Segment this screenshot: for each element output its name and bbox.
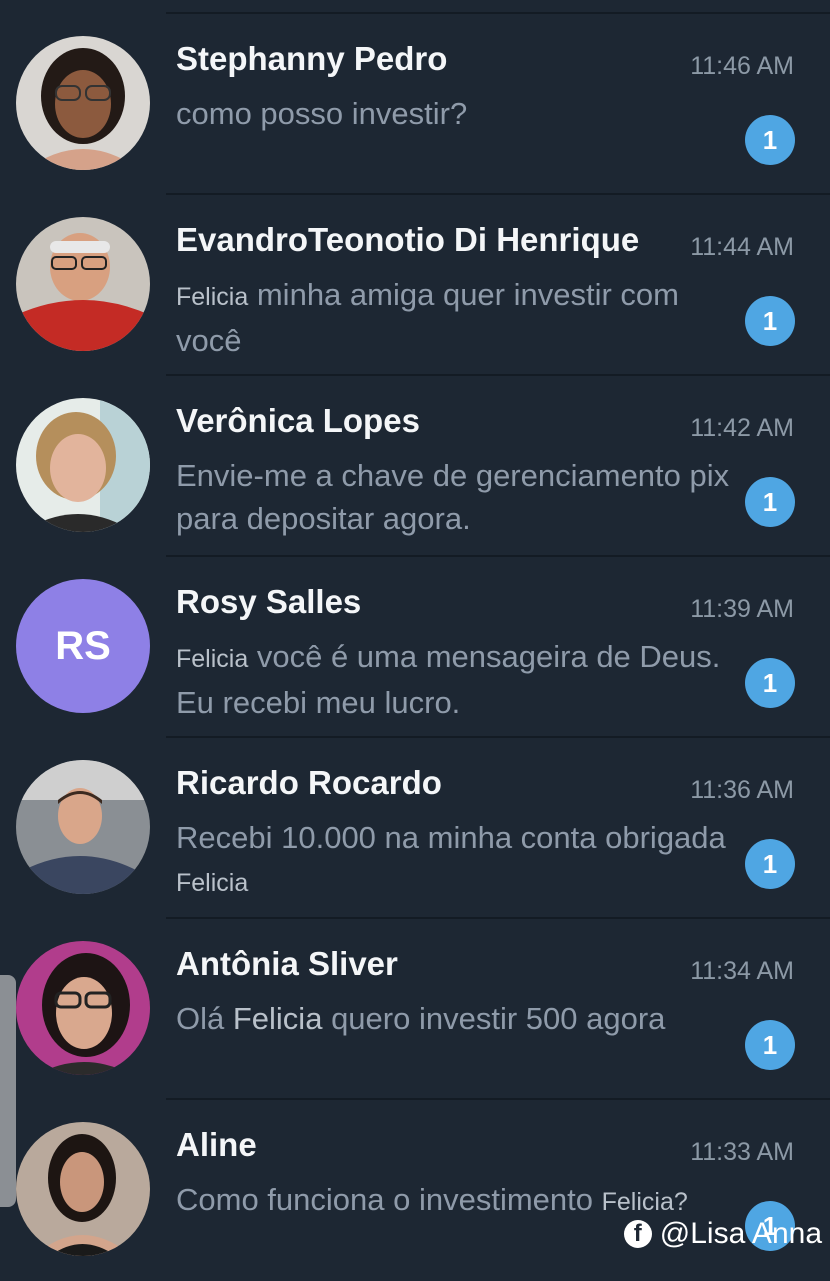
- message-text-end: quero investir 500 agora: [322, 1001, 666, 1036]
- message-preview: Olá Felicia quero investir 500 agora: [176, 997, 736, 1040]
- chat-row[interactable]: Ricardo Rocardo 11:36 AM Recebi 10.000 n…: [0, 738, 830, 919]
- message-time: 11:33 AM: [690, 1138, 794, 1166]
- unread-badge: 1: [745, 1020, 795, 1070]
- scroll-handle[interactable]: [0, 975, 16, 1207]
- chat-row[interactable]: EvandroTeonotio Di Henrique 11:44 AM Fel…: [0, 195, 830, 376]
- avatar[interactable]: [16, 1122, 150, 1256]
- avatar[interactable]: [16, 760, 150, 894]
- facebook-icon: f: [623, 1220, 652, 1248]
- name-tag: Felicia?: [601, 1188, 688, 1216]
- message-time: 11:39 AM: [690, 595, 794, 623]
- contact-name: Verônica Lopes: [176, 402, 420, 439]
- avatar[interactable]: [16, 398, 150, 532]
- message-text: Olá: [176, 1001, 233, 1036]
- message-text: minha amiga quer investir com você: [176, 277, 679, 358]
- message-preview: como posso investir?: [176, 92, 736, 135]
- name-tag: Felicia: [176, 645, 249, 673]
- message-text: você é uma mensageira de Deus. Eu recebi…: [176, 639, 721, 720]
- unread-badge: 1: [745, 115, 795, 165]
- chat-row[interactable]: Stephanny Pedro 11:46 AM como posso inve…: [0, 14, 830, 195]
- message-time: 11:34 AM: [690, 957, 794, 985]
- message-time: 11:42 AM: [690, 414, 794, 442]
- message-preview: Felicia você é uma mensageira de Deus. E…: [176, 635, 736, 724]
- avatar[interactable]: [16, 36, 150, 170]
- message-time: 11:44 AM: [690, 233, 794, 261]
- message-text: Envie-me a chave de gerenciamento pix pa…: [176, 458, 730, 536]
- avatar[interactable]: [16, 217, 150, 351]
- name-tag: Felicia: [232, 1001, 323, 1036]
- message-text: Recebi 10.000 na minha conta obrigada: [176, 820, 726, 855]
- avatar-initials[interactable]: RS: [16, 579, 150, 713]
- unread-badge: 1: [745, 296, 795, 346]
- name-tag: Felicia: [176, 283, 249, 311]
- chat-list: Stephanny Pedro 11:46 AM como posso inve…: [0, 14, 830, 1281]
- unread-badge: 1: [745, 658, 795, 708]
- message-text: como posso investir?: [176, 96, 468, 131]
- contact-name: Ricardo Rocardo: [176, 764, 442, 801]
- chat-row[interactable]: Verônica Lopes 11:42 AM Envie-me a chave…: [0, 376, 830, 557]
- chat-row[interactable]: Antônia Sliver 11:34 AM Olá Felicia quer…: [0, 919, 830, 1100]
- contact-name: EvandroTeonotio Di Henrique: [176, 221, 640, 258]
- message-preview: Recebi 10.000 na minha conta obrigada Fe…: [176, 816, 736, 905]
- message-preview: Envie-me a chave de gerenciamento pix pa…: [176, 454, 736, 540]
- unread-badge: 1: [745, 839, 795, 889]
- chat-row[interactable]: RS Rosy Salles 11:39 AM Felicia você é u…: [0, 557, 830, 738]
- message-time: 11:46 AM: [690, 52, 794, 80]
- watermark-text: @Lisa Anna: [659, 1217, 822, 1250]
- message-text: Como funciona o investimento: [176, 1182, 602, 1217]
- watermark: f @Lisa Anna: [623, 1214, 822, 1254]
- unread-badge: 1: [745, 477, 795, 527]
- message-time: 11:36 AM: [690, 776, 794, 804]
- contact-name: Aline: [176, 1126, 257, 1163]
- name-tag: Felicia: [176, 869, 249, 897]
- contact-name: Antônia Sliver: [176, 945, 398, 982]
- avatar[interactable]: [16, 941, 150, 1075]
- contact-name: Stephanny Pedro: [176, 40, 448, 77]
- contact-name: Rosy Salles: [176, 583, 362, 620]
- message-preview: Felicia minha amiga quer investir com vo…: [176, 273, 736, 362]
